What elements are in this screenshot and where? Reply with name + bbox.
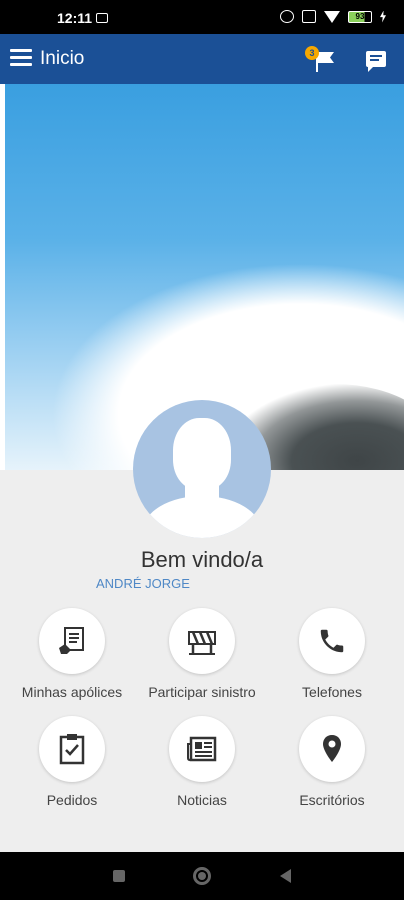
messages-icon[interactable] [366,51,386,72]
system-nav-bar [0,852,404,900]
tile-label: Minhas apólices [21,684,123,700]
tile-pedidos[interactable]: Pedidos [2,716,142,826]
clipboard-check-icon [59,734,85,765]
roadblock-icon [188,631,216,655]
status-bar: 12:11 93 [0,0,404,34]
notifications-flag-icon[interactable]: 3 [302,44,336,74]
notification-badge: 3 [305,46,319,60]
back-button[interactable] [280,869,291,883]
alarm-off-icon [280,10,294,23]
phone-icon [320,629,344,653]
tile-telefones[interactable]: Telefones [262,608,402,718]
welcome-text: Bem vindo/a [140,547,264,572]
gallery-notification-icon [96,13,108,23]
page-title: Inicio [40,48,85,69]
tile-minhas-apolices[interactable]: Minhas apólices [2,608,142,718]
battery-icon: 93 [348,10,372,23]
avatar[interactable] [133,400,271,538]
status-time: 12:11 [57,10,93,26]
app-bar: Inicio 3 [0,34,404,84]
wifi-icon [324,10,340,23]
sim-icon [302,10,316,23]
tile-label: Noticias [177,792,227,808]
home-button[interactable] [193,867,211,885]
tile-escritorios[interactable]: Escritórios [262,716,402,826]
newspaper-icon [187,736,217,762]
tile-label: Pedidos [46,792,98,808]
home-content: Bem vindo/a ANDRÉ JORGE Minhas apólices [0,84,404,852]
hamburger-menu-icon[interactable] [10,49,32,67]
charging-icon [380,10,386,23]
tile-noticias[interactable]: Noticias [132,716,272,826]
tile-label: Telefones [302,684,362,700]
policy-document-icon [59,627,84,654]
user-name: ANDRÉ JORGE [96,576,190,591]
location-pin-icon [323,735,341,762]
recent-apps-button[interactable] [113,870,125,882]
tile-label: Escritórios [299,792,365,808]
tile-participar-sinistro[interactable]: Participar sinistro [132,608,272,718]
status-icons: 93 [280,10,386,23]
tile-label: Participar sinistro [148,684,256,700]
